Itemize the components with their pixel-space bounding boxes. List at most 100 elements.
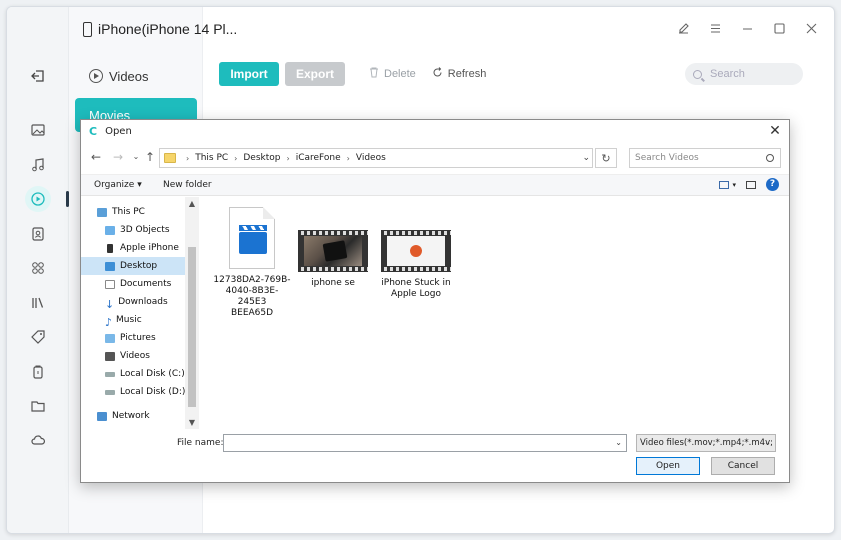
play-circle-icon: [89, 69, 103, 83]
breadcrumb-desktop[interactable]: Desktop: [243, 153, 280, 163]
disk-icon: [105, 389, 115, 395]
network-icon: [97, 411, 107, 421]
documents-icon: [105, 279, 115, 289]
file-item-iphone-stuck[interactable]: iPhone Stuck in Apple Logo: [376, 230, 456, 300]
change-view-icon[interactable]: ▾: [719, 180, 736, 189]
folder-icon[interactable]: [25, 393, 51, 419]
nav-scrollbar[interactable]: ▲ ▼: [185, 197, 199, 429]
music-icon[interactable]: [25, 152, 51, 178]
view-controls: ▾ ?: [719, 178, 779, 191]
tree-item-music[interactable]: ♪ Music: [105, 311, 142, 329]
file-item-video-document[interactable]: 12738DA2-769B- 4040-8B3E-245E3 BEEA65D: [212, 207, 292, 319]
video-thumbnail-icon: [298, 230, 368, 272]
tree-item-network[interactable]: Network: [97, 407, 150, 425]
search-videos-placeholder: Search Videos: [635, 153, 699, 163]
breadcrumb-videos[interactable]: Videos: [356, 153, 386, 163]
folder-icon: [164, 153, 176, 163]
photos-icon[interactable]: [25, 117, 51, 143]
delete-button[interactable]: Delete: [369, 67, 416, 81]
file-type-select[interactable]: Video files(*.mov;*.mp4;*.m4v; ⌄: [636, 434, 776, 452]
search-videos-input[interactable]: Search Videos: [629, 148, 781, 168]
address-row: ← → ⌄ ↑ › This PC › Desktop › iCareFone › Vi…: [81, 146, 789, 170]
tree-item-videos[interactable]: Videos: [105, 347, 150, 365]
address-dropdown-icon[interactable]: ⌄: [582, 153, 590, 163]
apps-icon[interactable]: [25, 255, 51, 281]
tree-item-local-disk-c[interactable]: Local Disk (C:): [105, 365, 185, 383]
minimize-icon[interactable]: [738, 19, 756, 37]
tree-item-pictures[interactable]: Pictures: [105, 329, 156, 347]
help-icon[interactable]: ?: [766, 178, 779, 191]
delete-label: Delete: [384, 68, 416, 80]
organize-menu[interactable]: Organize ▾: [94, 180, 142, 190]
chevron-down-icon[interactable]: ⌄: [615, 438, 622, 447]
trash-icon: [369, 67, 379, 81]
scroll-down-icon[interactable]: ▼: [185, 418, 199, 427]
breadcrumb-icarefone[interactable]: iCareFone: [296, 153, 341, 163]
file-item-iphone-se[interactable]: iphone se: [293, 230, 373, 289]
back-icon[interactable]: [25, 63, 51, 89]
contacts-icon[interactable]: [25, 221, 51, 247]
breadcrumb-this-pc[interactable]: This PC: [195, 153, 228, 163]
video-thumbnail-icon: [381, 230, 451, 272]
close-icon[interactable]: [802, 19, 820, 37]
open-dialog: C Open ✕ ← → ⌄ ↑ › This PC › Desktop › iCar…: [80, 119, 790, 483]
up-arrow-icon[interactable]: ↑: [143, 150, 157, 164]
new-folder-button[interactable]: New folder: [163, 180, 212, 190]
dialog-close-icon[interactable]: ✕: [767, 123, 783, 139]
tree-item-downloads[interactable]: ↓ Downloads: [105, 293, 168, 311]
cloud-icon[interactable]: [25, 427, 51, 453]
file-name-input[interactable]: ⌄: [223, 434, 627, 452]
cube-icon: [105, 225, 115, 235]
tag-icon[interactable]: [25, 324, 51, 350]
window-controls: [674, 19, 820, 37]
menu-icon[interactable]: [706, 19, 724, 37]
phone-icon: [83, 21, 92, 37]
back-arrow-icon[interactable]: ←: [89, 150, 103, 164]
device-title[interactable]: iPhone(iPhone 14 Pl...: [83, 21, 237, 37]
tree-item-3d-objects[interactable]: 3D Objects: [105, 221, 170, 239]
export-button[interactable]: Export: [285, 62, 345, 86]
refresh-icon: [432, 67, 443, 81]
music-note-icon: ♪: [105, 315, 113, 329]
tree-item-local-disk-d[interactable]: Local Disk (D:): [105, 383, 185, 401]
file-name-line3: BEEA65D: [230, 308, 274, 318]
videos-icon: [105, 351, 115, 361]
toolbar: Import Export Delete Refresh: [219, 62, 486, 86]
disk-icon: [105, 371, 115, 377]
search-placeholder: Search: [710, 68, 745, 80]
subnav-videos-label: Videos: [109, 68, 149, 84]
videos-icon[interactable]: [25, 186, 51, 212]
books-icon[interactable]: [25, 290, 51, 316]
recent-chevron-icon[interactable]: ⌄: [129, 150, 143, 164]
dialog-title-bar: C Open: [81, 120, 789, 142]
scroll-up-icon[interactable]: ▲: [185, 199, 199, 208]
address-bar[interactable]: › This PC › Desktop › iCareFone › Videos ⌄: [159, 148, 593, 168]
file-name-label: File name:: [177, 438, 224, 448]
icarefone-logo-icon: C: [89, 124, 98, 138]
preview-pane-icon[interactable]: [746, 180, 756, 189]
refresh-button[interactable]: Refresh: [432, 67, 486, 81]
file-name-row: File name: ⌄ Video files(*.mov;*.mp4;*.m…: [81, 430, 789, 456]
edit-icon[interactable]: [674, 19, 692, 37]
search-input[interactable]: Search: [685, 63, 803, 85]
iphone-icon: [107, 243, 113, 253]
tree-item-documents[interactable]: Documents: [105, 275, 171, 293]
maximize-icon[interactable]: [770, 19, 788, 37]
video-document-icon: [229, 207, 275, 269]
tree-item-apple-iphone[interactable]: Apple iPhone: [105, 239, 179, 257]
forward-arrow-icon[interactable]: →: [111, 150, 125, 164]
navigation-pane: This PC 3D Objects Apple iPhone Desktop …: [81, 197, 199, 429]
downloads-icon: ↓: [105, 297, 115, 311]
file-name-line1: iPhone Stuck in: [381, 278, 451, 288]
backup-icon[interactable]: [25, 359, 51, 385]
import-button[interactable]: Import: [219, 62, 279, 86]
scroll-thumb[interactable]: [188, 247, 196, 407]
search-icon: [693, 69, 702, 79]
file-name-line1: 12738DA2-769B-: [213, 275, 291, 285]
cancel-button[interactable]: Cancel: [711, 457, 775, 475]
subnav-item-videos[interactable]: Videos: [75, 59, 197, 93]
tree-item-this-pc[interactable]: This PC: [97, 203, 145, 221]
tree-item-desktop[interactable]: Desktop: [81, 257, 185, 275]
open-button[interactable]: Open: [636, 457, 700, 475]
address-refresh-icon[interactable]: ↻: [595, 148, 617, 168]
